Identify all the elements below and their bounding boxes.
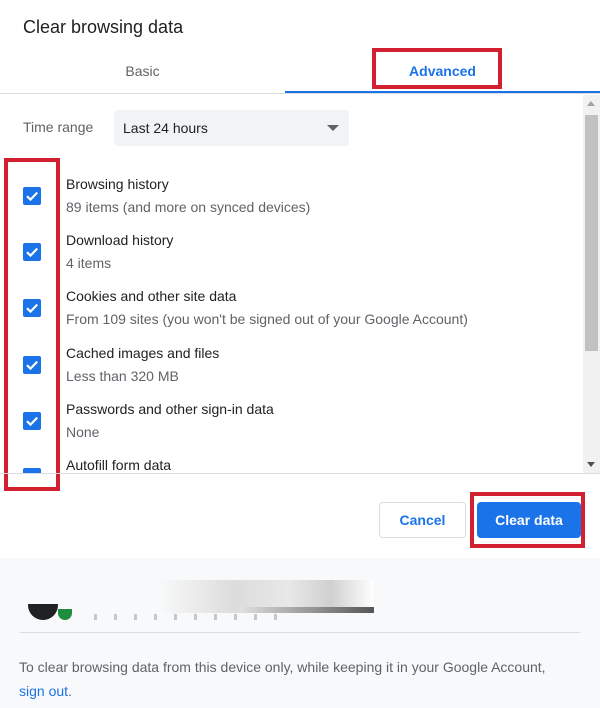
scrollbar[interactable] — [583, 95, 600, 473]
footer-divider — [20, 632, 580, 633]
option-browsing-history: Browsing history 89 items (and more on s… — [0, 176, 580, 231]
option-subtitle: None — [66, 424, 100, 440]
dialog-footer: To clear browsing data from this device … — [0, 558, 600, 708]
check-icon — [26, 247, 38, 258]
option-title: Browsing history — [66, 176, 169, 192]
time-range-value: Last 24 hours — [123, 120, 208, 136]
option-passwords: Passwords and other sign-in data None — [0, 401, 580, 456]
tab-advanced[interactable]: Advanced — [285, 50, 600, 92]
checkbox-passwords[interactable] — [23, 412, 41, 430]
sync-badge-icon — [58, 609, 72, 620]
scroll-thumb[interactable] — [585, 115, 598, 351]
caret-down-icon — [327, 125, 339, 131]
sign-out-link[interactable]: sign out — [19, 683, 68, 699]
checkbox-cached-images[interactable] — [23, 356, 41, 374]
option-autofill: Autofill form data — [0, 457, 580, 473]
option-subtitle: Less than 320 MB — [66, 368, 179, 384]
option-cookies: Cookies and other site data From 109 sit… — [0, 288, 580, 343]
option-title: Cached images and files — [66, 345, 220, 361]
option-subtitle: 89 items (and more on synced devices) — [66, 199, 311, 215]
content-divider — [0, 473, 600, 474]
tab-bar: Basic Advanced — [0, 50, 600, 94]
time-range-select[interactable]: Last 24 hours — [114, 110, 349, 146]
cancel-button[interactable]: Cancel — [379, 502, 466, 538]
clear-data-button[interactable]: Clear data — [477, 502, 581, 538]
checkbox-cookies[interactable] — [23, 299, 41, 317]
option-subtitle: 4 items — [66, 255, 112, 271]
checkbox-browsing-history[interactable] — [23, 187, 41, 205]
check-icon — [26, 360, 38, 371]
footer-note-text: To clear browsing data from this device … — [19, 659, 546, 675]
check-icon — [26, 416, 38, 427]
option-title: Autofill form data — [66, 457, 172, 473]
footer-note: To clear browsing data from this device … — [19, 655, 559, 703]
checkbox-download-history[interactable] — [23, 243, 41, 261]
option-cached-images: Cached images and files Less than 320 MB — [0, 345, 580, 400]
option-title: Cookies and other site data — [66, 288, 237, 304]
options-panel: Time range Last 24 hours Browsing histor… — [0, 95, 600, 473]
redacted-account-email — [240, 607, 374, 613]
option-title: Download history — [66, 232, 174, 248]
option-title: Passwords and other sign-in data — [66, 401, 274, 417]
account-details-redacted — [94, 614, 294, 620]
tab-basic[interactable]: Basic — [0, 50, 285, 92]
time-range-label: Time range — [23, 119, 94, 135]
scroll-down-icon[interactable] — [587, 462, 595, 467]
scroll-up-icon[interactable] — [587, 101, 595, 106]
check-icon — [26, 303, 38, 314]
check-icon — [26, 191, 38, 202]
dialog-title: Clear browsing data — [23, 17, 184, 37]
account-row — [0, 558, 600, 632]
option-subtitle: From 109 sites (you won't be signed out … — [66, 311, 468, 327]
avatar — [28, 604, 58, 620]
tabs-divider — [0, 93, 600, 94]
option-download-history: Download history 4 items — [0, 232, 580, 287]
footer-note-suffix: . — [68, 683, 72, 699]
